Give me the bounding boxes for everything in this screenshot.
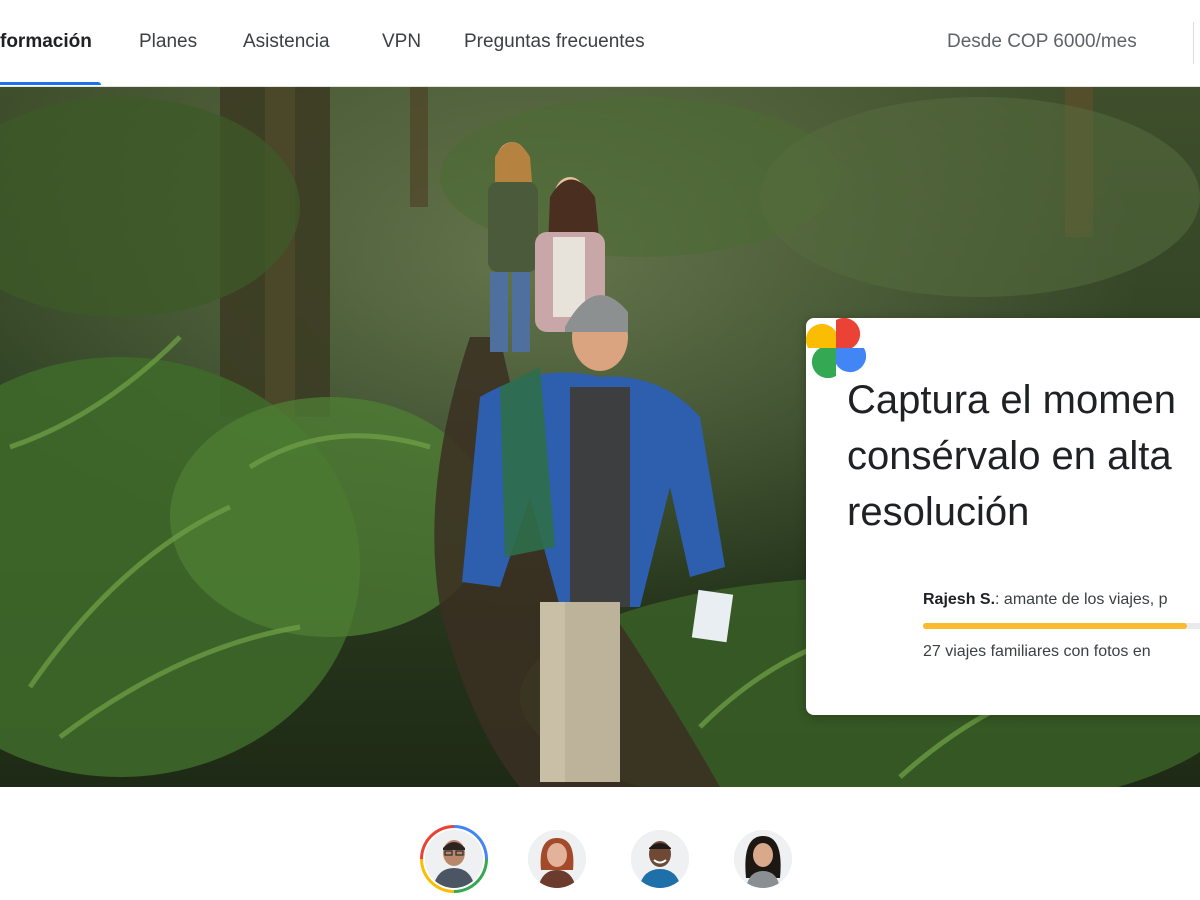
testimonial-progress bbox=[923, 623, 1200, 629]
tab-preguntas-frecuentes[interactable]: Preguntas frecuentes bbox=[464, 0, 645, 86]
author-description: : amante de los viajes, p bbox=[995, 591, 1168, 608]
testimonial-author: Rajesh S.: amante de los viajes, p bbox=[923, 591, 1168, 609]
tab-informacion[interactable]: formación bbox=[0, 0, 92, 86]
avatar-woman-red-hair[interactable] bbox=[528, 830, 586, 888]
testimonial-card: Captura el momen consérvalo en alta reso… bbox=[806, 318, 1200, 715]
avatar-woman-dark-hair[interactable] bbox=[734, 830, 792, 888]
headline-line: consérvalo en alta bbox=[847, 434, 1172, 478]
headline-line: resolución bbox=[847, 490, 1030, 534]
testimonial-subline: 27 viajes familiares con fotos en bbox=[923, 643, 1151, 660]
top-nav: formación Planes Asistencia VPN Pregunta… bbox=[0, 0, 1200, 87]
avatar-man-glasses[interactable] bbox=[425, 830, 483, 888]
testimonial-selector bbox=[0, 787, 1200, 900]
hero-section: Captura el momen consérvalo en alta reso… bbox=[0, 87, 1200, 787]
tab-asistencia[interactable]: Asistencia bbox=[243, 0, 330, 86]
nav-divider bbox=[1193, 22, 1194, 64]
headline-line: Captura el momen bbox=[847, 378, 1177, 422]
card-headline: Captura el momen consérvalo en alta reso… bbox=[847, 372, 1200, 540]
avatar-man-smiling[interactable] bbox=[631, 830, 689, 888]
tab-planes[interactable]: Planes bbox=[139, 0, 197, 86]
tab-vpn[interactable]: VPN bbox=[382, 0, 421, 86]
author-name: Rajesh S. bbox=[923, 591, 996, 608]
price-label: Desde COP 6000/mes bbox=[947, 31, 1137, 52]
active-tab-indicator bbox=[0, 82, 101, 85]
progress-fill bbox=[923, 623, 1187, 629]
google-photos-pinwheel-icon bbox=[806, 318, 866, 378]
